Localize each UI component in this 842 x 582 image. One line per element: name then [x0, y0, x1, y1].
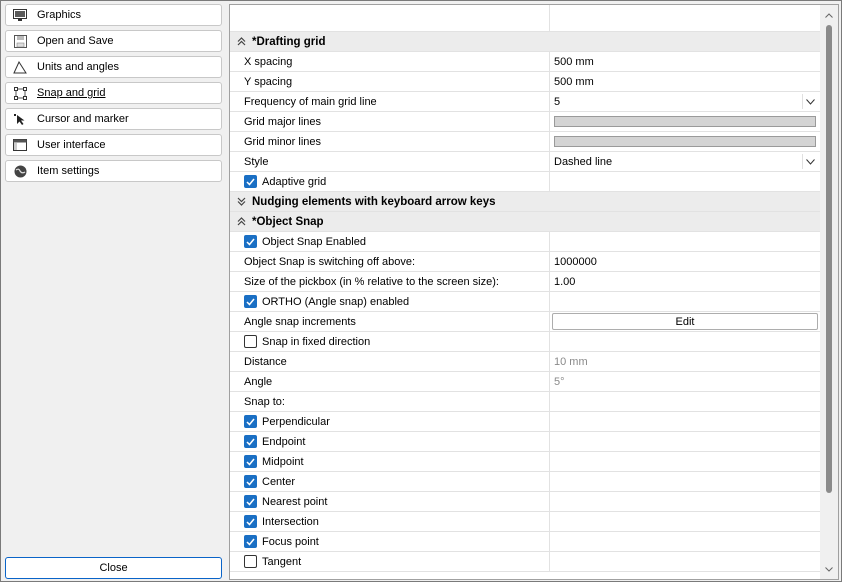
- frequency-value: 5: [554, 95, 561, 108]
- sidebar: Graphics Open and Save Units and angles …: [5, 4, 222, 186]
- scroll-down-icon[interactable]: [820, 561, 838, 577]
- sidebar-item-open-and-save[interactable]: Open and Save: [5, 30, 222, 52]
- perpendicular-checkbox[interactable]: [244, 415, 257, 428]
- save-disk-icon: [12, 33, 28, 49]
- adaptive-grid-checkbox[interactable]: [244, 175, 257, 188]
- settings-dialog: Graphics Open and Save Units and angles …: [0, 0, 842, 582]
- section-title: *Object Snap: [252, 215, 324, 228]
- property-row-fixed-direction: Snap in fixed direction: [230, 332, 820, 352]
- property-row-snap-to: Snap to:: [230, 392, 820, 412]
- expand-icon[interactable]: [235, 197, 247, 206]
- angle-field: 5°: [554, 375, 565, 388]
- property-row-style: Style Dashed line: [230, 152, 820, 172]
- property-row-switch-off: Object Snap is switching off above: 1000…: [230, 252, 820, 272]
- section-drafting-grid[interactable]: *Drafting grid: [230, 32, 820, 52]
- scroll-up-icon[interactable]: [820, 7, 838, 23]
- sidebar-item-snap-and-grid[interactable]: Snap and grid: [5, 82, 222, 104]
- section-title: Nudging elements with keyboard arrow key…: [252, 195, 496, 208]
- sidebar-item-label: Snap and grid: [37, 87, 106, 99]
- section-nudging[interactable]: Nudging elements with keyboard arrow key…: [230, 192, 820, 212]
- style-dropdown[interactable]: Dashed line: [550, 152, 820, 171]
- intersection-checkbox[interactable]: [244, 515, 257, 528]
- snap-option-row: Nearest point: [230, 492, 820, 512]
- collapse-icon[interactable]: [235, 217, 247, 226]
- property-row-grid-minor: Grid minor lines: [230, 132, 820, 152]
- fixed-direction-checkbox[interactable]: [244, 335, 257, 348]
- close-button[interactable]: Close: [5, 557, 222, 579]
- sidebar-item-label: Graphics: [37, 9, 82, 21]
- property-row-grid-major: Grid major lines: [230, 112, 820, 132]
- tangent-checkbox[interactable]: [244, 555, 257, 568]
- property-grid: *Drafting grid X spacing 500 mm Y spacin…: [229, 4, 839, 580]
- sidebar-item-item-settings[interactable]: Item settings: [5, 160, 222, 182]
- focus-point-checkbox[interactable]: [244, 535, 257, 548]
- sidebar-item-label: Cursor and marker: [37, 113, 129, 125]
- snap-option-row: Midpoint: [230, 452, 820, 472]
- angle-icon: [12, 59, 28, 75]
- sidebar-item-label: Open and Save: [37, 35, 114, 47]
- distance-field: 10 mm: [554, 355, 588, 368]
- property-row-angle-increments: Angle snap increments Edit: [230, 312, 820, 332]
- sidebar-item-label: User interface: [37, 139, 106, 151]
- frequency-dropdown[interactable]: 5: [550, 92, 820, 111]
- scrollbar-thumb[interactable]: [826, 25, 832, 493]
- switch-off-field[interactable]: 1000000: [550, 252, 820, 271]
- property-row-adaptive-grid: Adaptive grid: [230, 172, 820, 192]
- snap-option-row: Focus point: [230, 532, 820, 552]
- property-row-osnap-enabled: Object Snap Enabled: [230, 232, 820, 252]
- ortho-checkbox[interactable]: [244, 295, 257, 308]
- snap-grid-icon: [12, 85, 28, 101]
- property-row-y-spacing: Y spacing 500 mm: [230, 72, 820, 92]
- y-spacing-field[interactable]: 500 mm: [550, 72, 820, 91]
- property-row-ortho: ORTHO (Angle snap) enabled: [230, 292, 820, 312]
- chevron-down-icon[interactable]: [802, 154, 818, 169]
- cursor-icon: [12, 111, 28, 127]
- vertical-scrollbar[interactable]: [820, 5, 838, 579]
- property-row-angle: Angle 5°: [230, 372, 820, 392]
- snap-option-row: Tangent: [230, 552, 820, 572]
- nearest-point-checkbox[interactable]: [244, 495, 257, 508]
- property-row-distance: Distance 10 mm: [230, 352, 820, 372]
- endpoint-checkbox[interactable]: [244, 435, 257, 448]
- collapse-icon[interactable]: [235, 37, 247, 46]
- monitor-icon: [12, 7, 28, 23]
- snap-option-row: Perpendicular: [230, 412, 820, 432]
- center-checkbox[interactable]: [244, 475, 257, 488]
- sidebar-item-user-interface[interactable]: User interface: [5, 134, 222, 156]
- snap-option-row: Intersection: [230, 512, 820, 532]
- window-icon: [12, 137, 28, 153]
- section-title: *Drafting grid: [252, 35, 326, 48]
- globe-gear-icon: [12, 163, 28, 179]
- sidebar-item-label: Units and angles: [37, 61, 119, 73]
- minor-line-color-swatch[interactable]: [554, 136, 816, 147]
- midpoint-checkbox[interactable]: [244, 455, 257, 468]
- grid-header-row: [230, 5, 820, 32]
- snap-option-row: Endpoint: [230, 432, 820, 452]
- sidebar-item-graphics[interactable]: Graphics: [5, 4, 222, 26]
- sidebar-item-units-and-angles[interactable]: Units and angles: [5, 56, 222, 78]
- edit-button[interactable]: Edit: [552, 313, 818, 330]
- x-spacing-field[interactable]: 500 mm: [550, 52, 820, 71]
- property-row-frequency: Frequency of main grid line 5: [230, 92, 820, 112]
- sidebar-item-label: Item settings: [37, 165, 100, 177]
- major-line-color-swatch[interactable]: [554, 116, 816, 127]
- snap-option-row: Center: [230, 472, 820, 492]
- property-row-pickbox: Size of the pickbox (in % relative to th…: [230, 272, 820, 292]
- property-row-x-spacing: X spacing 500 mm: [230, 52, 820, 72]
- sidebar-item-cursor-and-marker[interactable]: Cursor and marker: [5, 108, 222, 130]
- chevron-down-icon[interactable]: [802, 94, 818, 109]
- pickbox-field[interactable]: 1.00: [550, 272, 820, 291]
- style-value: Dashed line: [554, 155, 613, 168]
- osnap-enabled-checkbox[interactable]: [244, 235, 257, 248]
- section-object-snap[interactable]: *Object Snap: [230, 212, 820, 232]
